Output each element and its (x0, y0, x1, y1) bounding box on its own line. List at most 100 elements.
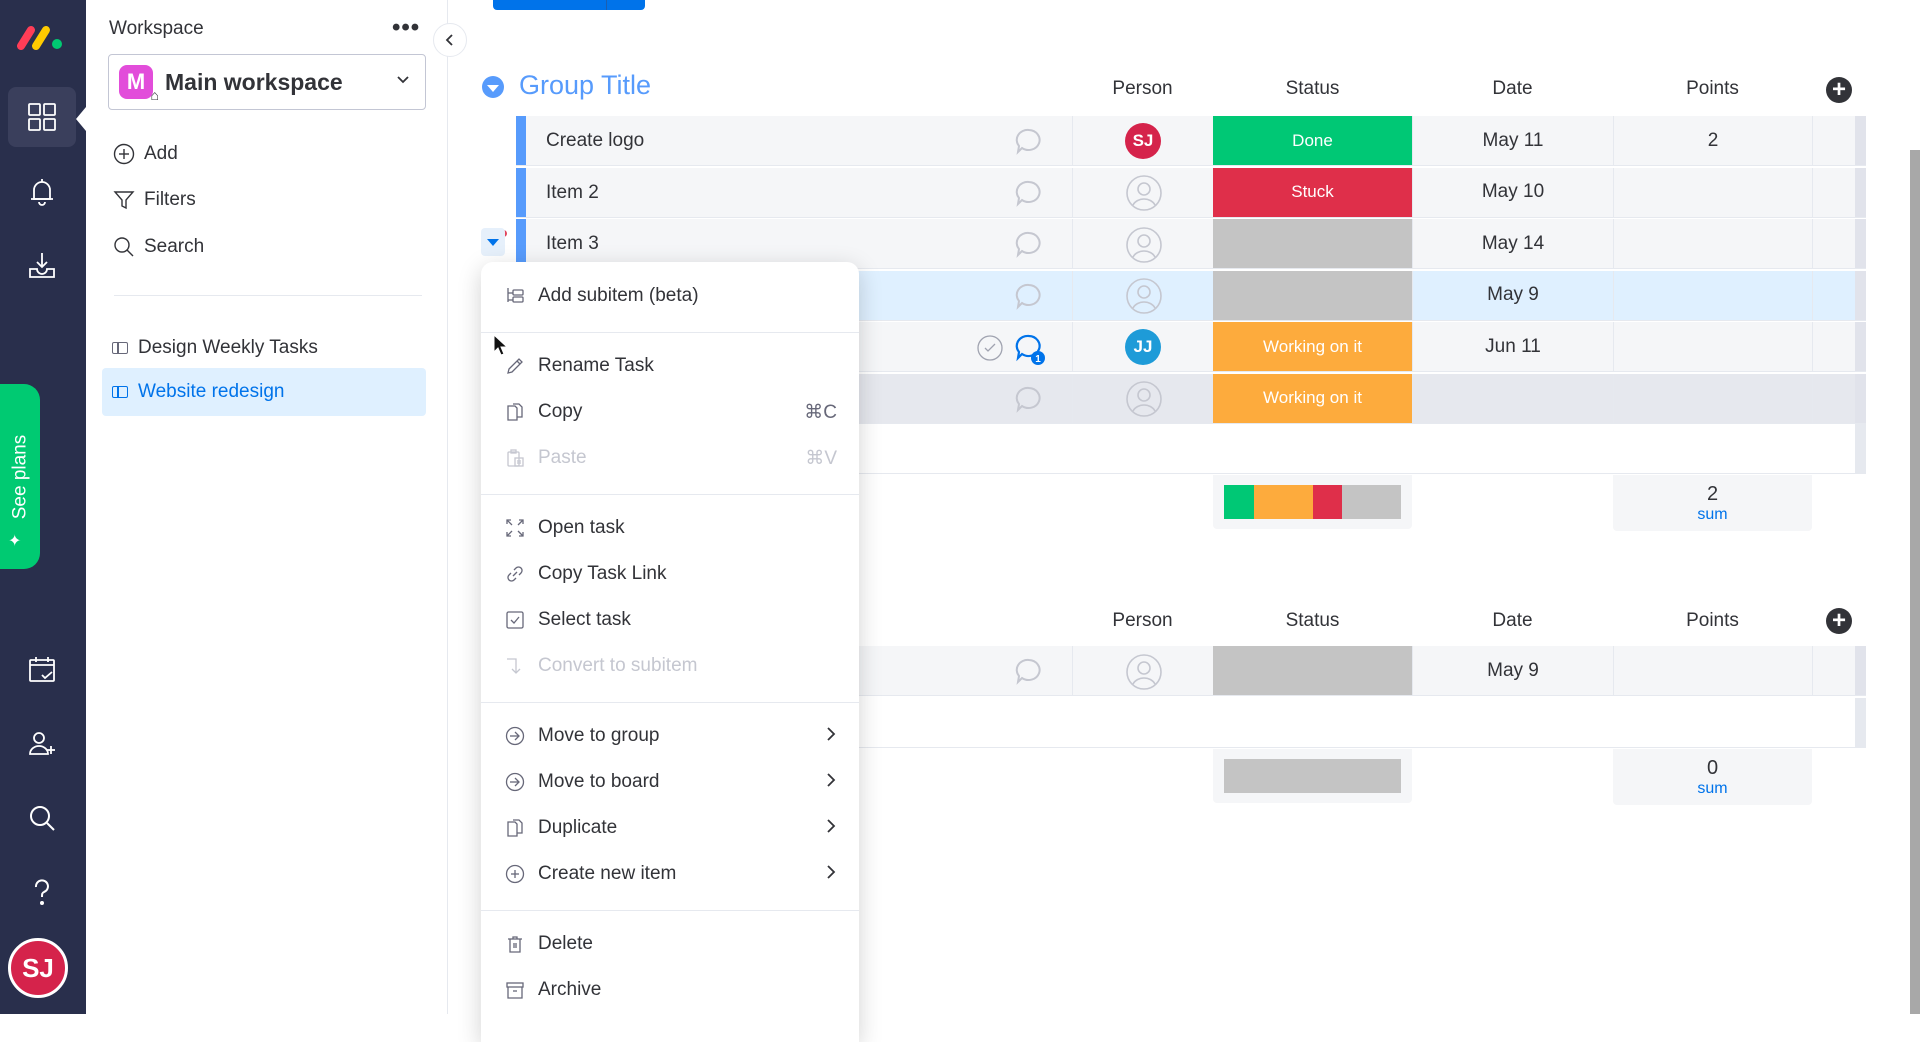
group-collapse-icon[interactable] (482, 76, 504, 98)
chat-bubble-icon[interactable] (1013, 178, 1045, 210)
nav-invite-members[interactable] (8, 714, 76, 774)
menu-item-rename-task[interactable]: Rename Task (481, 345, 859, 387)
menu-item-paste[interactable]: Paste ⌘V (481, 437, 859, 479)
add-column-button[interactable]: + (1826, 608, 1852, 634)
menu-item-convert-to-subitem[interactable]: Convert to subitem (481, 645, 859, 687)
menu-item-open-task[interactable]: Open task (481, 507, 859, 549)
table-row[interactable]: Item 2 Stuck May 10 (516, 167, 1866, 218)
group-color-bar (516, 116, 526, 165)
menu-item-copy[interactable]: Copy ⌘C (481, 391, 859, 433)
points-cell[interactable] (1613, 646, 1812, 695)
status-segment-empty (1224, 759, 1401, 793)
item-name[interactable]: Create logo (546, 130, 644, 152)
item-name[interactable]: Item 3 (546, 233, 599, 255)
svg-text:1: 1 (1035, 354, 1041, 365)
workspace-selector[interactable]: M ⌂ Main workspace (108, 54, 426, 110)
chat-bubble-icon[interactable] (1013, 384, 1045, 416)
board-item-website-redesign[interactable]: Website redesign (102, 368, 426, 416)
points-cell[interactable] (1613, 322, 1812, 371)
vertical-scrollbar[interactable] (1910, 150, 1920, 1014)
person-avatar[interactable]: SJ (1125, 122, 1161, 159)
menu-item-duplicate[interactable]: Duplicate (481, 807, 859, 849)
person-cell[interactable] (1072, 373, 1213, 423)
menu-item-archive[interactable]: Archive (481, 969, 859, 1011)
person-cell[interactable] (1072, 219, 1213, 268)
column-header-points[interactable]: Points (1613, 78, 1812, 100)
date-cell[interactable]: May 9 (1412, 646, 1613, 695)
points-cell[interactable] (1613, 270, 1812, 320)
status-cell[interactable] (1213, 219, 1412, 268)
person-cell[interactable] (1072, 167, 1213, 217)
person-cell[interactable] (1072, 646, 1213, 695)
empty-person-icon[interactable] (1125, 653, 1162, 690)
person-cell[interactable]: JJ (1072, 322, 1213, 371)
status-cell[interactable]: Working on it (1213, 373, 1412, 423)
column-header-person[interactable]: Person (1072, 78, 1213, 100)
date-cell[interactable] (1412, 373, 1613, 423)
points-cell[interactable] (1613, 167, 1812, 217)
board-item-design-weekly-tasks[interactable]: Design Weekly Tasks (102, 324, 426, 372)
chat-bubble-icon[interactable] (1013, 126, 1045, 158)
person-cell[interactable] (1072, 270, 1213, 320)
empty-person-icon[interactable] (1125, 226, 1162, 263)
menu-item-copy-task-link[interactable]: Copy Task Link (481, 553, 859, 595)
nav-search[interactable] (8, 788, 76, 848)
points-cell[interactable] (1613, 373, 1812, 423)
nav-workspaces[interactable] (8, 87, 76, 147)
column-header-date[interactable]: Date (1412, 610, 1613, 632)
menu-item-delete[interactable]: Delete (481, 923, 859, 965)
status-cell[interactable] (1213, 646, 1412, 695)
date-cell[interactable]: May 11 (1412, 116, 1613, 165)
add-button[interactable]: Add (112, 143, 178, 165)
date-cell[interactable]: May 10 (1412, 167, 1613, 217)
nav-inbox[interactable] (8, 236, 76, 296)
see-plans-button[interactable]: See plans ✦ (0, 384, 40, 569)
nav-help[interactable] (8, 862, 76, 922)
empty-person-icon[interactable] (1125, 174, 1162, 211)
status-cell[interactable]: Working on it (1213, 322, 1412, 371)
date-cell[interactable]: May 14 (1412, 219, 1613, 268)
points-cell[interactable]: 2 (1613, 116, 1812, 165)
monday-logo-icon[interactable] (16, 22, 66, 52)
row-end-tab (1855, 219, 1866, 268)
empty-person-icon[interactable] (1125, 277, 1162, 314)
nav-notifications[interactable] (8, 162, 76, 222)
menu-item-add-subitem-beta[interactable]: Add subitem (beta) (481, 275, 859, 317)
person-avatar[interactable]: JJ (1125, 328, 1161, 365)
updates-bubble-icon[interactable]: 1 (1013, 332, 1045, 365)
chat-bubble-icon[interactable] (1013, 656, 1045, 688)
menu-item-move-to-board[interactable]: Move to board (481, 761, 859, 803)
more-horizontal-icon[interactable]: ••• (392, 14, 420, 42)
check-circle-icon[interactable] (976, 334, 1004, 367)
status-cell[interactable] (1213, 270, 1412, 320)
empty-person-icon[interactable] (1125, 380, 1162, 417)
status-cell[interactable]: Stuck (1213, 167, 1412, 217)
column-header-status[interactable]: Status (1213, 610, 1412, 632)
menu-item-move-to-group[interactable]: Move to group (481, 715, 859, 757)
chat-bubble-icon[interactable] (1013, 229, 1045, 261)
column-header-status[interactable]: Status (1213, 78, 1412, 100)
row-menu-toggle-icon[interactable] (481, 228, 505, 256)
table-row[interactable]: Create logo SJ Done May 11 2 (516, 116, 1866, 166)
column-header-date[interactable]: Date (1412, 78, 1613, 100)
new-item-button[interactable] (493, 0, 645, 10)
duplicate-icon (503, 816, 527, 840)
column-header-points[interactable]: Points (1613, 610, 1812, 632)
person-cell[interactable]: SJ (1072, 116, 1213, 165)
nav-my-work[interactable] (8, 640, 76, 700)
date-cell[interactable]: May 9 (1412, 270, 1613, 320)
item-name[interactable]: Item 2 (546, 182, 599, 204)
search-button[interactable]: Search (112, 236, 204, 258)
status-cell[interactable]: Done (1213, 116, 1412, 165)
add-column-button[interactable]: + (1826, 77, 1852, 103)
group-title[interactable]: Group Title (519, 70, 651, 101)
chat-bubble-icon[interactable] (1013, 281, 1045, 313)
menu-item-select-task[interactable]: Select task (481, 599, 859, 641)
user-avatar[interactable]: SJ (8, 938, 68, 998)
date-cell[interactable]: Jun 11 (1412, 322, 1613, 371)
points-cell[interactable] (1613, 219, 1812, 268)
menu-item-create-new-item[interactable]: Create new item (481, 853, 859, 895)
collapse-panel-button[interactable] (433, 23, 467, 57)
column-header-person[interactable]: Person (1072, 610, 1213, 632)
filters-button[interactable]: Filters (112, 189, 196, 211)
